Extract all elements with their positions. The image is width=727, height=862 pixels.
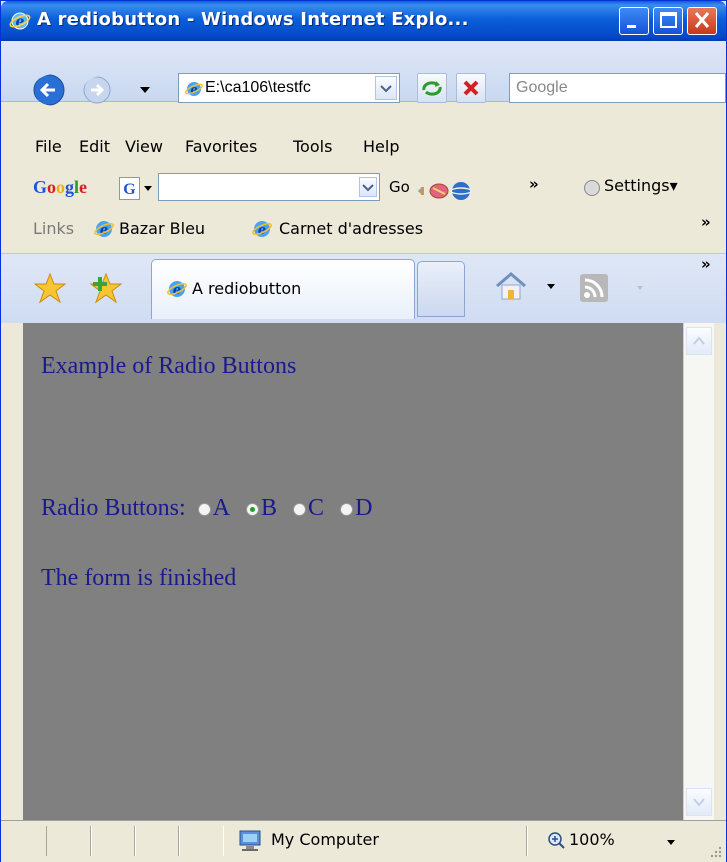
- menu-file[interactable]: File: [35, 137, 62, 156]
- chevron-up-icon: [693, 336, 705, 345]
- menu-tools[interactable]: Tools: [293, 137, 332, 156]
- google-search-field[interactable]: [158, 173, 380, 201]
- radio-b-label: B: [261, 495, 278, 521]
- refresh-button[interactable]: [417, 73, 447, 103]
- close-button[interactable]: [687, 7, 717, 35]
- radio-a-label: A: [212, 495, 231, 521]
- menu-edit[interactable]: Edit: [79, 137, 110, 156]
- google-tool-icons[interactable]: [415, 180, 493, 202]
- links-bar-more[interactable]: »: [701, 213, 711, 231]
- feed-dropdown-icon[interactable]: [636, 285, 644, 291]
- status-segment: [178, 826, 224, 856]
- ie-page-icon: e: [252, 221, 272, 238]
- my-computer-icon: [239, 830, 261, 851]
- stop-icon: [463, 80, 479, 96]
- add-favorites-icon[interactable]: [89, 272, 123, 304]
- scroll-down-button[interactable]: [686, 788, 712, 816]
- zoom-level[interactable]: 100%: [569, 830, 615, 849]
- google-search-dropdown[interactable]: [359, 177, 377, 197]
- command-bar-more[interactable]: »: [701, 255, 711, 273]
- history-dropdown-icon[interactable]: [138, 85, 152, 95]
- favorites-star-icon[interactable]: [34, 272, 66, 304]
- google-go-button[interactable]: Go: [389, 178, 410, 196]
- maximize-button[interactable]: [653, 7, 683, 35]
- google-logo: Google: [33, 177, 88, 197]
- content-right-frame: [714, 323, 726, 820]
- menu-help[interactable]: Help: [363, 137, 399, 156]
- scroll-up-button[interactable]: [686, 327, 712, 355]
- tab-title: A rediobutton: [192, 279, 302, 298]
- links-label: Links: [33, 219, 75, 238]
- status-segment: [46, 826, 92, 856]
- browser-window: e A rediobutton - Windows Internet Explo…: [0, 0, 727, 862]
- ie-page-icon: e: [94, 221, 114, 238]
- status-divider: [526, 826, 528, 856]
- home-dropdown-icon[interactable]: [546, 283, 556, 291]
- google-menu-button[interactable]: G: [119, 177, 155, 201]
- radio-b[interactable]: [246, 502, 260, 516]
- radio-group-label: Radio Buttons:: [41, 495, 186, 521]
- radio-c[interactable]: [293, 502, 307, 516]
- zoom-dropdown-icon[interactable]: [666, 839, 676, 847]
- address-dropdown-button[interactable]: [375, 76, 397, 100]
- radio-c-label: C: [308, 495, 325, 521]
- radio-a[interactable]: [197, 502, 211, 516]
- form-finished-text: The form is finished: [41, 565, 237, 591]
- resize-grip-icon[interactable]: [707, 843, 723, 859]
- link-carnet-d-adresses[interactable]: Carnet d'adresses: [279, 219, 423, 238]
- chevron-down-icon: [693, 798, 705, 807]
- address-url[interactable]: E:\ca106\testfc: [205, 79, 370, 97]
- ie-logo-icon: e: [9, 12, 31, 30]
- ie-page-icon: e: [167, 281, 187, 298]
- home-icon[interactable]: [494, 270, 528, 302]
- vertical-scrollbar[interactable]: [683, 323, 715, 820]
- chevron-down-icon: [362, 184, 374, 192]
- minimize-button[interactable]: [619, 7, 649, 35]
- radio-d-label: D: [355, 495, 373, 521]
- google-settings-button[interactable]: Settings▾: [604, 176, 678, 195]
- svg-text:G: G: [123, 181, 136, 198]
- menu-view[interactable]: View: [125, 137, 163, 156]
- zoom-icon: [548, 832, 565, 849]
- title-bar[interactable]: e A rediobutton - Windows Internet Explo…: [1, 1, 726, 41]
- page-heading: Example of Radio Buttons: [41, 353, 297, 379]
- new-tab-button[interactable]: [417, 261, 465, 317]
- google-toolbar-more[interactable]: »: [529, 175, 539, 193]
- page-content: Example of Radio Buttons Radio Buttons: …: [23, 323, 683, 820]
- chevron-down-icon: [380, 85, 392, 93]
- address-bar[interactable]: e E:\ca106\testfc: [178, 73, 400, 103]
- back-button-icon[interactable]: [33, 74, 77, 106]
- minimize-icon: [627, 25, 636, 28]
- content-left-frame: [1, 323, 23, 820]
- tab-a-rediobutton[interactable]: e A rediobutton: [151, 259, 415, 319]
- refresh-icon: [422, 81, 442, 96]
- stop-button[interactable]: [456, 73, 486, 103]
- link-bazar-bleu[interactable]: Bazar Bleu: [119, 219, 205, 238]
- settings-radio-icon: [584, 180, 600, 196]
- ie-page-icon: e: [185, 82, 203, 96]
- search-input[interactable]: Google: [509, 73, 726, 103]
- maximize-icon: [660, 12, 677, 28]
- security-zone-label: My Computer: [271, 830, 379, 849]
- window-title: A rediobutton - Windows Internet Explo..…: [37, 9, 469, 30]
- close-icon: [694, 12, 710, 28]
- status-segment: [134, 826, 180, 856]
- rss-feed-icon[interactable]: [579, 273, 609, 303]
- search-placeholder: Google: [516, 79, 568, 96]
- status-segment: [90, 826, 136, 856]
- radio-group: Radio Buttons: A B C D: [41, 495, 382, 522]
- menu-favorites[interactable]: Favorites: [185, 137, 257, 156]
- forward-button-icon[interactable]: [83, 76, 123, 106]
- radio-d[interactable]: [340, 502, 354, 516]
